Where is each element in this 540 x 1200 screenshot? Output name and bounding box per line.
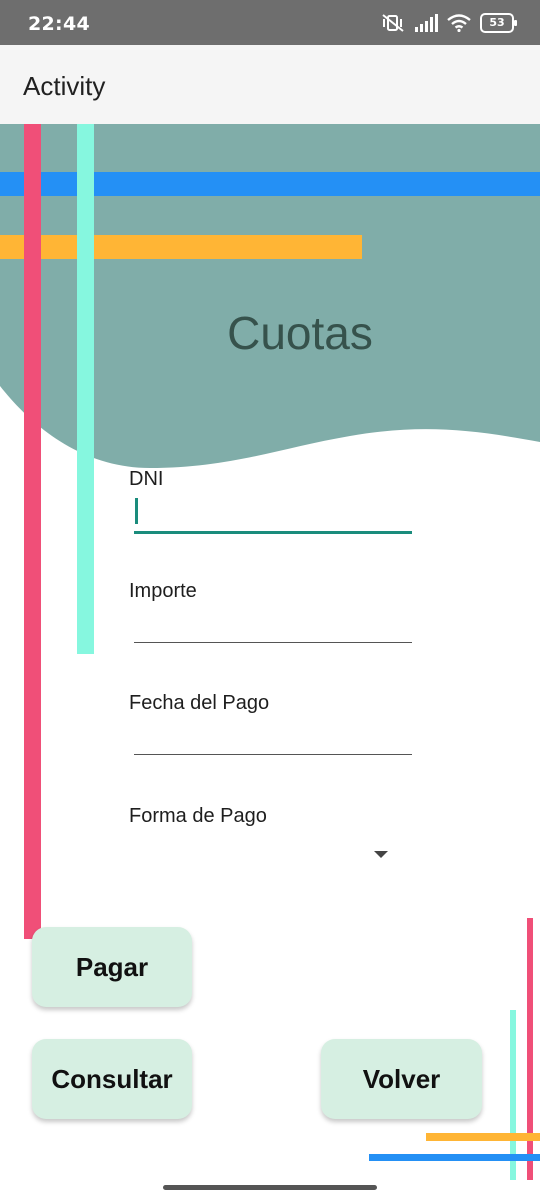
dropdown-arrow-icon [374, 851, 388, 858]
app-title: Activity [23, 71, 106, 101]
wifi-icon [447, 14, 471, 32]
fecha-label: Fecha del Pago [129, 692, 270, 714]
battery-icon: 53 [480, 13, 517, 33]
stripe-mint-left [77, 124, 94, 654]
text-cursor [135, 498, 138, 524]
stripe-red-left [24, 124, 41, 939]
stripe-yellow-top [0, 235, 362, 259]
pagar-button[interactable]: Pagar [32, 927, 192, 1007]
status-time: 22:44 [28, 13, 90, 35]
fecha-input[interactable] [134, 718, 412, 755]
importe-label: Importe [129, 580, 197, 602]
dni-input[interactable] [134, 495, 412, 534]
dni-label: DNI [129, 468, 164, 490]
volver-button[interactable]: Volver [321, 1039, 482, 1119]
consultar-button[interactable]: Consultar [32, 1039, 192, 1119]
importe-input[interactable] [134, 606, 412, 643]
forma-pago-spinner[interactable] [134, 836, 412, 876]
signal-icon [415, 14, 438, 32]
forma-label: Forma de Pago [129, 805, 267, 827]
page-title: Cuotas [227, 307, 373, 359]
stripe-blue-bottom [369, 1154, 540, 1161]
status-icons: 53 [381, 12, 517, 34]
vibrate-off-icon [382, 14, 404, 32]
gesture-nav-handle[interactable] [163, 1185, 377, 1190]
status-bar: 22:44 53 [0, 0, 540, 45]
stripe-yellow-bottom [426, 1133, 540, 1141]
app-bar: Activity [0, 45, 540, 124]
